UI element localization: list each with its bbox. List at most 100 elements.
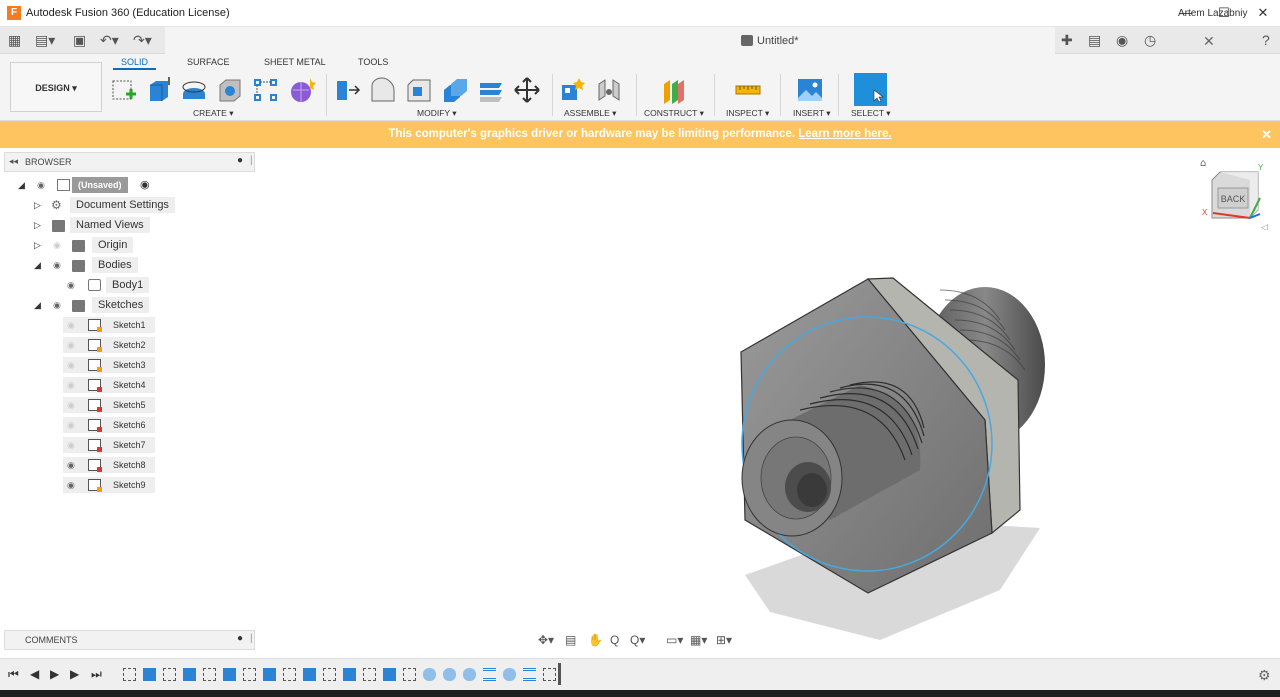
learn-more-link[interactable]: Learn more here.: [798, 128, 891, 140]
active-radio-icon[interactable]: ◉: [140, 177, 150, 193]
step-forward-icon[interactable]: ▶: [70, 667, 79, 681]
construct-menu[interactable]: CONSTRUCT ▾: [644, 108, 704, 119]
timeline-extrude-icon[interactable]: [263, 668, 276, 681]
3d-viewport[interactable]: [258, 148, 1280, 655]
browser-options-icon[interactable]: ●: [237, 155, 243, 166]
expanded-triangle-icon[interactable]: ◢: [34, 297, 44, 313]
assemble-menu[interactable]: ASSEMBLE ▾: [564, 108, 616, 119]
tree-item-named-views[interactable]: Named Views: [70, 217, 150, 233]
insert-image-icon[interactable]: [796, 76, 824, 104]
insert-menu[interactable]: INSERT ▾: [793, 108, 831, 119]
step-back-icon[interactable]: ◀: [30, 667, 39, 681]
new-component-icon[interactable]: [559, 76, 587, 104]
tree-item-sketch[interactable]: ◉ Sketch1: [63, 317, 155, 333]
tree-item-sketches[interactable]: Sketches: [92, 297, 150, 313]
tree-item-sketch[interactable]: ◉ Sketch3: [63, 357, 155, 373]
job-status-icon[interactable]: ▤: [1088, 31, 1101, 49]
timeline-settings-gear-icon[interactable]: ⚙: [1258, 667, 1271, 684]
visibility-eye-icon[interactable]: ◉: [67, 477, 79, 493]
panel-pin-icon[interactable]: |: [250, 155, 253, 166]
collapsed-triangle-icon[interactable]: ▷: [34, 237, 44, 253]
extrude-icon[interactable]: [145, 76, 173, 104]
data-panel-grid-icon[interactable]: ▦: [8, 31, 21, 49]
expanded-triangle-icon[interactable]: ◢: [18, 177, 28, 193]
new-tab-plus-icon[interactable]: ✚: [1061, 31, 1073, 49]
timeline-revolve-icon[interactable]: [463, 668, 476, 681]
hole-icon[interactable]: [216, 76, 244, 104]
dismiss-banner-icon[interactable]: ✕: [1261, 121, 1272, 148]
tree-item-document-settings[interactable]: Document Settings: [70, 197, 175, 213]
timeline-revolve-icon[interactable]: [503, 668, 516, 681]
document-tab[interactable]: Untitled* ✕: [165, 27, 1215, 55]
hidden-eye-icon[interactable]: ◉: [53, 237, 65, 253]
play-icon[interactable]: ▶: [50, 667, 59, 681]
expanded-triangle-icon[interactable]: ◢: [34, 257, 44, 273]
orbit-icon[interactable]: ✥▾: [538, 633, 554, 647]
tab-sheet-metal[interactable]: SHEET METAL: [264, 57, 326, 67]
timeline-extrude-icon[interactable]: [223, 668, 236, 681]
create-menu[interactable]: CREATE ▾: [193, 108, 233, 119]
browser-panel-header[interactable]: ◂◂ BROWSER ● |: [4, 152, 255, 172]
combine-icon[interactable]: [477, 76, 505, 104]
root-component[interactable]: (Unsaved): [72, 177, 128, 193]
hidden-eye-icon[interactable]: ◉: [67, 397, 79, 413]
timeline-sketch-icon[interactable]: [283, 668, 296, 681]
visibility-eye-icon[interactable]: ◉: [67, 277, 79, 293]
tab-tools[interactable]: TOOLS: [358, 57, 388, 67]
timeline-sketch-icon[interactable]: [323, 668, 336, 681]
tree-item-sketch[interactable]: ◉ Sketch5: [63, 397, 155, 413]
tree-item-sketch[interactable]: ◉ Sketch8: [63, 457, 155, 473]
revolve-icon[interactable]: [180, 76, 208, 104]
hidden-eye-icon[interactable]: ◉: [67, 357, 79, 373]
timeline-revolve-icon[interactable]: [443, 668, 456, 681]
pan-hand-icon[interactable]: ✋: [588, 633, 603, 647]
user-account[interactable]: Artem Lazabniy: [1178, 8, 1247, 19]
viewports-icon[interactable]: ⊞▾: [716, 633, 732, 647]
move-copy-icon[interactable]: [513, 76, 541, 104]
collapse-panel-icon[interactable]: ◂◂: [9, 156, 18, 167]
offset-plane-icon[interactable]: [660, 76, 688, 104]
timeline-marker[interactable]: [558, 663, 561, 685]
timeline-extrude-icon[interactable]: [303, 668, 316, 681]
panel-pin-icon[interactable]: |: [250, 633, 253, 644]
tree-item-sketch[interactable]: ◉ Sketch9: [63, 477, 155, 493]
home-view-icon[interactable]: ⌂: [1200, 158, 1206, 169]
zoom-icon[interactable]: Q: [610, 633, 619, 647]
timeline-coil-icon[interactable]: [523, 668, 536, 681]
modify-menu[interactable]: MODIFY ▾: [417, 108, 457, 119]
timeline-sketch-icon[interactable]: [543, 668, 556, 681]
collapsed-triangle-icon[interactable]: ▷: [34, 217, 44, 233]
tree-item-sketch[interactable]: ◉ Sketch6: [63, 417, 155, 433]
tree-item-bodies[interactable]: Bodies: [92, 257, 138, 273]
visibility-eye-icon[interactable]: ◉: [37, 177, 49, 193]
measure-icon[interactable]: [734, 76, 762, 104]
hidden-eye-icon[interactable]: ◉: [67, 377, 79, 393]
timeline-sketch-icon[interactable]: [403, 668, 416, 681]
tree-item-sketch[interactable]: ◉ Sketch2: [63, 337, 155, 353]
tab-solid[interactable]: SOLID: [113, 57, 157, 70]
fit-zoom-icon[interactable]: Q▾: [630, 633, 645, 647]
grid-settings-icon[interactable]: ▦▾: [690, 633, 707, 647]
comments-panel-header[interactable]: COMMENTS ● |: [4, 630, 255, 650]
select-menu[interactable]: SELECT ▾: [851, 108, 891, 119]
visibility-eye-icon[interactable]: ◉: [53, 297, 65, 313]
tree-item-body1[interactable]: Body1: [106, 277, 150, 293]
timeline-extrude-icon[interactable]: [143, 668, 156, 681]
view-cube[interactable]: ⌂ BACK X Y ◁: [1200, 158, 1270, 230]
tab-surface[interactable]: SURFACE: [187, 57, 230, 67]
workspace-switcher-button[interactable]: DESIGN ▾: [10, 62, 102, 112]
tree-item-origin[interactable]: Origin: [92, 237, 134, 253]
timeline-extrude-icon[interactable]: [383, 668, 396, 681]
timeline-extrude-icon[interactable]: [343, 668, 356, 681]
hidden-eye-icon[interactable]: ◉: [67, 337, 79, 353]
timeline-sketch-icon[interactable]: [123, 668, 136, 681]
select-tool-button[interactable]: [854, 73, 887, 106]
fillet-icon[interactable]: [369, 76, 397, 104]
history-clock-icon[interactable]: ◷: [1144, 31, 1156, 49]
close-document-icon[interactable]: ✕: [1203, 33, 1215, 50]
joint-icon[interactable]: [595, 76, 623, 104]
help-icon[interactable]: ?: [1262, 31, 1270, 49]
tree-item-sketch[interactable]: ◉ Sketch4: [63, 377, 155, 393]
timeline-sketch-icon[interactable]: [243, 668, 256, 681]
pattern-icon[interactable]: [252, 76, 280, 104]
